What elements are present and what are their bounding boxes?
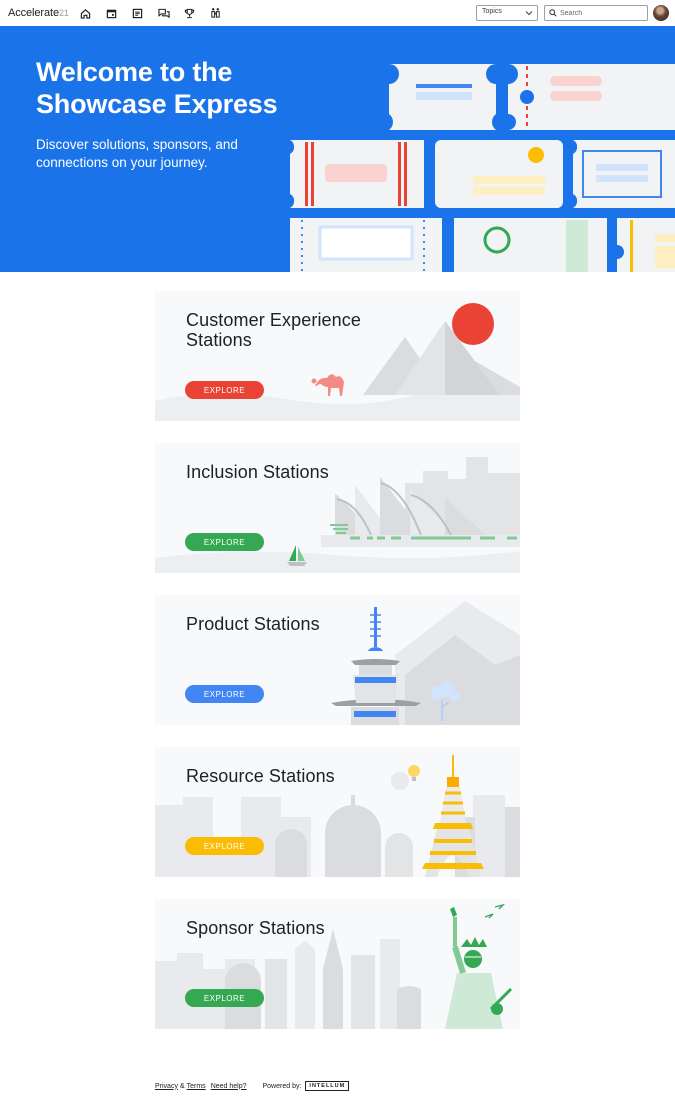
- team-icon[interactable]: [208, 6, 223, 20]
- avatar[interactable]: [653, 5, 669, 21]
- terms-link[interactable]: Terms: [187, 1083, 206, 1090]
- card-product[interactable]: Product Stations EXPLORE: [155, 595, 520, 725]
- card-title: Product Stations: [186, 614, 320, 634]
- home-icon[interactable]: [78, 6, 93, 20]
- topics-dropdown[interactable]: Topics: [476, 5, 538, 21]
- powered-by-label: Powered by:: [262, 1082, 302, 1090]
- card-inclusion[interactable]: Inclusion Stations EXPLORE: [155, 443, 520, 573]
- hero-banner: Welcome to the Showcase Express Discover…: [0, 26, 675, 272]
- calendar-icon[interactable]: [104, 6, 119, 20]
- explore-button[interactable]: EXPLORE: [185, 533, 264, 551]
- card-sponsor[interactable]: Sponsor Stations EXPLORE: [155, 899, 520, 1029]
- hero-title: Welcome to the Showcase Express: [36, 57, 278, 119]
- search-box[interactable]: [544, 5, 648, 21]
- explore-button[interactable]: EXPLORE: [185, 381, 264, 399]
- chevron-down-icon: [525, 11, 533, 16]
- search-icon: [549, 9, 557, 17]
- card-title: Resource Stations: [186, 766, 335, 786]
- top-nav: Accelerate21 Topics: [0, 0, 675, 26]
- search-input[interactable]: [560, 9, 640, 17]
- footer: Privacy & Terms Need help? Powered by: I…: [155, 1081, 350, 1091]
- card-title: Sponsor Stations: [186, 918, 325, 938]
- help-link[interactable]: Need help?: [211, 1083, 247, 1090]
- vendor-logo[interactable]: INTELLUM: [305, 1081, 350, 1091]
- article-icon[interactable]: [130, 6, 145, 20]
- card-title: Customer Experience Stations: [186, 310, 361, 350]
- trophy-icon[interactable]: [182, 6, 197, 20]
- card-customer-experience[interactable]: Customer Experience Stations EXPLORE: [155, 291, 520, 421]
- forum-icon[interactable]: [156, 6, 171, 20]
- hero-subtitle: Discover solutions, sponsors, and connec…: [36, 137, 238, 170]
- card-resource[interactable]: Resource Stations EXPLORE: [155, 747, 520, 877]
- brand-logo[interactable]: Accelerate21: [8, 7, 69, 19]
- explore-button[interactable]: EXPLORE: [185, 837, 264, 855]
- explore-button[interactable]: EXPLORE: [185, 989, 264, 1007]
- card-title: Inclusion Stations: [186, 462, 329, 482]
- footer-amp: &: [179, 1082, 185, 1090]
- nav-icon-group: [78, 6, 223, 20]
- privacy-link[interactable]: Privacy: [155, 1083, 178, 1090]
- explore-button[interactable]: EXPLORE: [185, 685, 264, 703]
- topics-label: Topics: [482, 8, 502, 15]
